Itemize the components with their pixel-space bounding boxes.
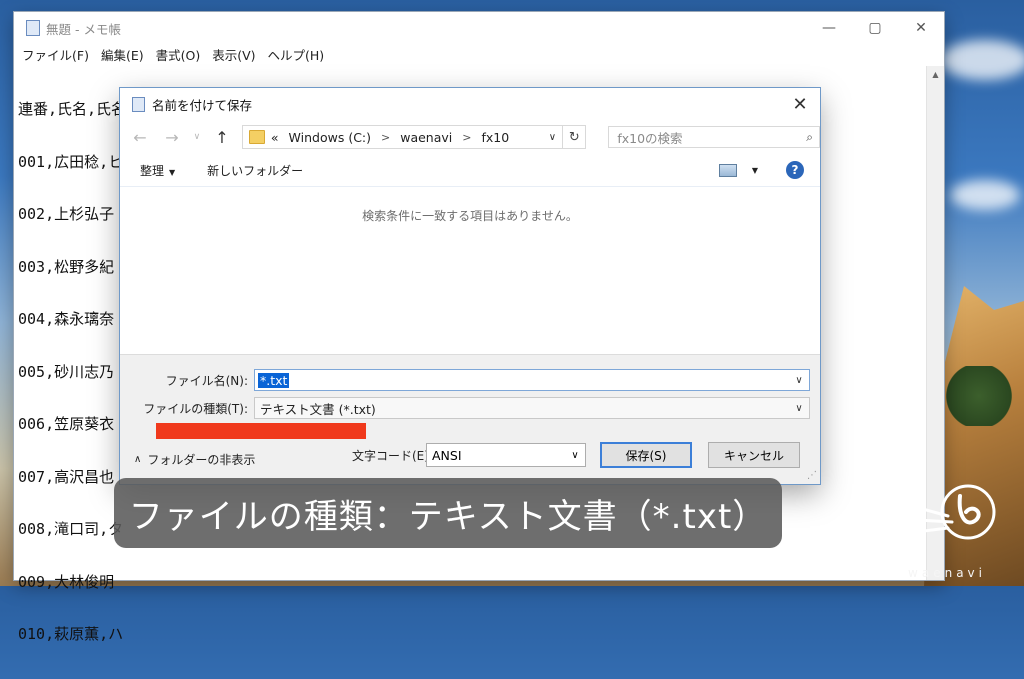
chevron-down-icon[interactable]: ▼	[752, 166, 758, 175]
filetype-select[interactable]: テキスト文書 (*.txt) ∨	[254, 397, 810, 419]
chevron-right-icon[interactable]: >	[381, 131, 390, 144]
address-row: ← → ∨ ↑ « Windows (C:) > waenavi > fx10 …	[120, 120, 821, 154]
text-line: 010,萩原薫,ハ	[18, 625, 124, 643]
logo-text: waenavi	[908, 566, 986, 580]
filename-field[interactable]: *.txt ∨	[254, 369, 810, 391]
breadcrumb-fx10[interactable]: fx10	[481, 130, 509, 145]
notepad-titlebar: 無題 - メモ帳 — ▢ ✕	[14, 12, 944, 44]
recent-locations-icon[interactable]: ∨	[192, 132, 202, 142]
chevron-down-icon[interactable]: ∨	[789, 403, 809, 414]
filetype-value: テキスト文書 (*.txt)	[260, 401, 376, 417]
menu-file[interactable]: ファイル(F)	[22, 45, 89, 64]
help-icon[interactable]: ?	[786, 161, 804, 179]
filename-label: ファイル名(N):	[165, 373, 248, 388]
command-bar: 整理 ▼ 新しいフォルダー ▼ ?	[120, 154, 820, 187]
search-placeholder: fx10の検索	[617, 130, 683, 146]
notepad-title: 無題 - メモ帳	[46, 21, 121, 37]
notepad-icon	[132, 96, 145, 112]
search-input[interactable]: fx10の検索 ⌕	[608, 126, 821, 148]
menu-format[interactable]: 書式(O)	[156, 45, 201, 64]
chevron-down-icon[interactable]: ∨	[565, 450, 585, 461]
breadcrumb-drive[interactable]: Windows (C:)	[289, 130, 371, 145]
waenavi-logo-icon	[910, 484, 996, 540]
filetype-label: ファイルの種類(T):	[143, 401, 248, 416]
save-as-dialog: 名前を付けて保存 ✕ ← → ∨ ↑ « Windows (C:) > waen…	[120, 88, 821, 484]
tree-scenery	[944, 366, 1014, 426]
window-controls: — ▢ ✕	[806, 12, 944, 44]
filename-value: *.txt	[258, 372, 290, 388]
filetype-row: ファイルの種類(T): テキスト文書 (*.txt) ∨	[120, 397, 810, 419]
organize-button[interactable]: 整理 ▼	[140, 162, 175, 179]
chevron-down-icon[interactable]: ∨	[542, 132, 562, 143]
menu-edit[interactable]: 編集(E)	[101, 45, 144, 64]
notepad-menubar: ファイル(F) 編集(E) 書式(O) 表示(V) ヘルプ(H)	[14, 44, 944, 64]
encoding-select[interactable]: ANSI ∨	[426, 443, 586, 467]
address-bar[interactable]: « Windows (C:) > waenavi > fx10 ∨	[241, 125, 564, 149]
hide-folders-label: フォルダーの非表示	[147, 453, 256, 467]
cloud	[950, 180, 1020, 210]
filename-row: ファイル名(N): *.txt ∨	[120, 369, 810, 391]
hide-folders-button[interactable]: ∧ フォルダーの非表示	[134, 451, 255, 468]
menu-view[interactable]: 表示(V)	[212, 45, 255, 64]
minimize-icon[interactable]: —	[806, 12, 852, 44]
text-line: 009,大林俊明	[18, 572, 115, 591]
view-options-icon[interactable]	[718, 163, 737, 177]
maximize-icon[interactable]: ▢	[852, 12, 898, 44]
empty-message: 検索条件に一致する項目はありません。	[362, 209, 578, 223]
forward-arrow-icon[interactable]: →	[160, 128, 184, 147]
chevron-right-icon[interactable]: >	[462, 131, 471, 144]
caption-banner: ファイルの種類：テキスト文書（*.txt）	[114, 478, 782, 548]
highlight-bar	[156, 423, 366, 439]
folder-icon	[248, 130, 265, 144]
dialog-titlebar: 名前を付けて保存 ✕	[120, 88, 820, 120]
refresh-icon[interactable]: ↻	[563, 125, 587, 149]
scroll-up-icon[interactable]: ▲	[927, 66, 944, 83]
dialog-title: 名前を付けて保存	[152, 97, 253, 113]
breadcrumb-waenavi[interactable]: waenavi	[400, 130, 452, 145]
encoding-label: 文字コード(E):	[352, 449, 433, 463]
path-overflow[interactable]: «	[271, 130, 279, 145]
dialog-footer: ファイル名(N): *.txt ∨ ファイルの種類(T): テキスト文書 (*.…	[120, 354, 820, 484]
chevron-down-icon[interactable]: ∨	[789, 375, 809, 386]
save-button[interactable]: 保存(S)	[600, 442, 692, 468]
resize-grip-icon[interactable]: ⋰	[807, 470, 817, 481]
menu-help[interactable]: ヘルプ(H)	[268, 45, 325, 64]
close-icon[interactable]: ✕	[898, 12, 944, 44]
cancel-button[interactable]: キャンセル	[708, 442, 800, 468]
back-arrow-icon[interactable]: ←	[128, 128, 152, 147]
cloud	[940, 40, 1024, 80]
encoding-value: ANSI	[432, 447, 462, 463]
close-icon[interactable]: ✕	[780, 94, 820, 115]
up-arrow-icon[interactable]: ↑	[210, 128, 234, 147]
new-folder-button[interactable]: 新しいフォルダー	[207, 162, 303, 179]
notepad-icon	[26, 20, 40, 36]
chevron-up-icon: ∧	[134, 454, 142, 465]
search-icon[interactable]: ⌕	[806, 130, 813, 145]
